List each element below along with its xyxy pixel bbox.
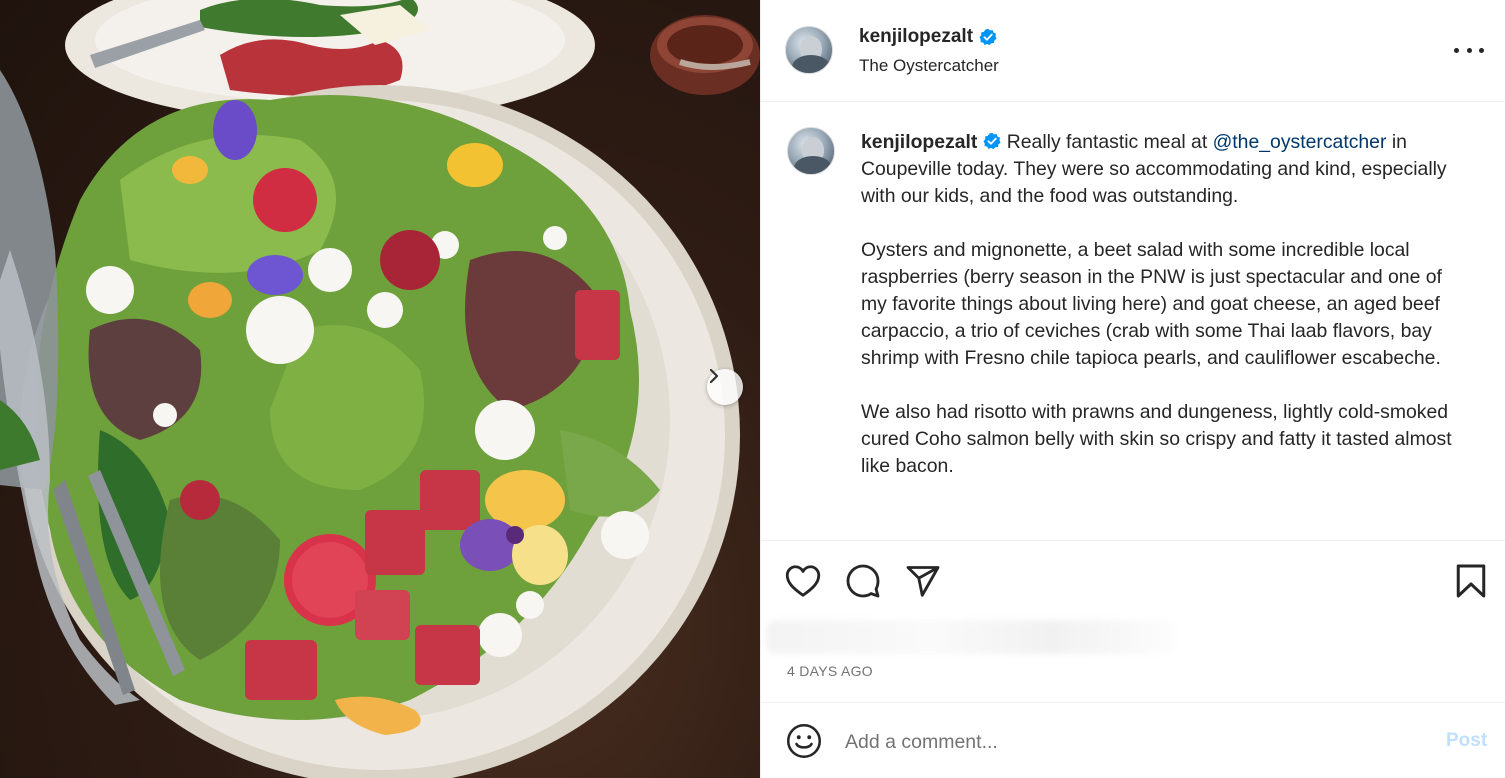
chevron-right-icon	[709, 369, 719, 383]
caption-text-start: Really fantastic meal at	[1001, 131, 1213, 153]
action-bar	[761, 542, 1505, 622]
caption-text: kenjilopezalt Really fantastic meal at @…	[861, 129, 1471, 507]
post-comment-button[interactable]: Post	[1446, 730, 1487, 752]
bookmark-icon[interactable]	[1454, 563, 1488, 599]
username-link[interactable]: kenjilopezalt	[859, 26, 973, 48]
caption-area: kenjilopezalt Really fantastic meal at @…	[761, 103, 1505, 541]
mention-link[interactable]: @the_oystercatcher	[1213, 131, 1387, 153]
carousel-next-button[interactable]	[707, 369, 743, 405]
more-horizontal-icon	[1454, 47, 1459, 53]
post-header: kenjilopezalt The Oystercatcher	[761, 0, 1505, 102]
caption-paragraph-1: kenjilopezalt Really fantastic meal at @…	[861, 129, 1471, 210]
comment-input[interactable]	[845, 727, 1405, 757]
share-icon[interactable]	[905, 563, 941, 599]
caption-username[interactable]: kenjilopezalt	[861, 131, 977, 153]
caption-paragraph-3: We also had risotto with prawns and dung…	[861, 401, 1452, 477]
heart-icon[interactable]	[785, 564, 821, 598]
more-options-button[interactable]	[1454, 38, 1484, 62]
caption-paragraph-2: Oysters and mignonette, a beet salad wit…	[861, 239, 1442, 369]
emoji-icon[interactable]	[786, 723, 822, 759]
more-dot	[1479, 47, 1484, 53]
avatar[interactable]	[785, 26, 833, 74]
verified-badge-icon	[979, 28, 997, 46]
header-user: kenjilopezalt	[859, 26, 997, 48]
location-link[interactable]: The Oystercatcher	[859, 56, 999, 76]
post-photo	[0, 0, 760, 778]
salad-photo-illustration	[0, 0, 760, 778]
more-dot	[1466, 47, 1472, 53]
caption-avatar[interactable]	[787, 127, 835, 175]
verified-badge-icon	[983, 132, 1001, 150]
likes-count-blurred	[766, 620, 1176, 654]
post-timestamp: 4 DAYS AGO	[787, 663, 873, 679]
post-details-panel: kenjilopezalt The Oystercatcher kenjilop…	[760, 0, 1505, 778]
comment-icon[interactable]	[845, 563, 881, 599]
comment-bar: Post	[761, 702, 1505, 778]
